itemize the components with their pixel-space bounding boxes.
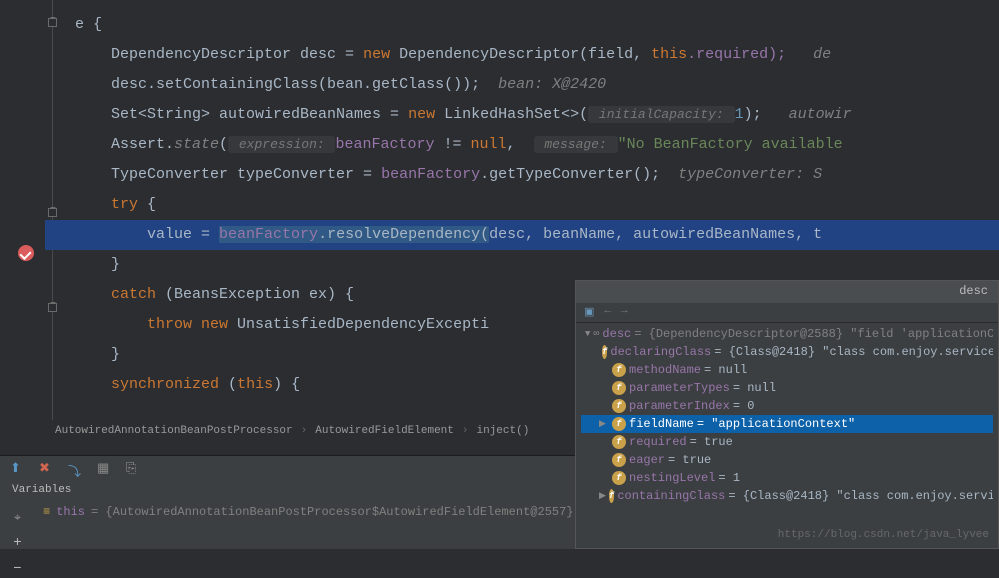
- variables-toolbar: ⌖ + −: [0, 505, 35, 549]
- tree-row[interactable]: ▶fcontainingClass = {Class@2418} "class …: [581, 487, 993, 505]
- watermark: https://blog.csdn.net/java_lyvee: [778, 529, 989, 541]
- tree-name: containingClass: [617, 489, 725, 503]
- field-icon: f: [612, 363, 626, 377]
- funnel-icon[interactable]: ⌖: [14, 511, 21, 525]
- tree-name: eager: [629, 453, 665, 467]
- tree-row[interactable]: frequired = true: [581, 433, 993, 451]
- tree-row[interactable]: fmethodName = null: [581, 361, 993, 379]
- tree-value: = 0: [733, 399, 755, 413]
- code-line: e {: [45, 10, 999, 40]
- field-icon: f: [612, 399, 626, 413]
- tree-value: = null: [704, 363, 747, 377]
- filter-icon[interactable]: ⤵: [68, 461, 82, 475]
- field-icon: f: [609, 489, 614, 503]
- tree-value: = {DependencyDescriptor@2588} "field 'ap…: [634, 327, 993, 341]
- debug-inspector-popup[interactable]: desc ▣ ← → ▼ ∞ desc = {DependencyDescrip…: [575, 280, 999, 549]
- link-icon: ∞: [593, 329, 599, 340]
- tree-row[interactable]: fnestingLevel = 1: [581, 469, 993, 487]
- chevron-right-icon[interactable]: ▶: [599, 419, 609, 429]
- breadcrumb-item[interactable]: AutowiredFieldElement: [315, 425, 454, 437]
- field-icon: f: [612, 435, 626, 449]
- upload-icon[interactable]: ⬆: [10, 461, 24, 475]
- tree-root[interactable]: ▼ ∞ desc = {DependencyDescriptor@2588} "…: [581, 325, 993, 343]
- code-line: Set<String> autowiredBeanNames = new Lin…: [45, 100, 999, 130]
- code-line-breakpoint: value = beanFactory.resolveDependency(de…: [45, 220, 999, 250]
- table-icon[interactable]: ▦: [97, 461, 111, 475]
- breadcrumb-item[interactable]: inject(): [476, 425, 529, 437]
- layers-icon[interactable]: ▣: [584, 305, 594, 320]
- tree-row[interactable]: fparameterTypes = null: [581, 379, 993, 397]
- breadcrumb[interactable]: AutowiredAnnotationBeanPostProcessor › A…: [55, 425, 529, 437]
- tree-value: = {Class@2418} "class com.enjoy.services…: [714, 345, 993, 359]
- breadcrumb-item[interactable]: AutowiredAnnotationBeanPostProcessor: [55, 425, 293, 437]
- popup-tree: ▼ ∞ desc = {DependencyDescriptor@2588} "…: [576, 323, 998, 507]
- shuffle-icon[interactable]: ✖: [39, 461, 53, 475]
- variable-value: = {AutowiredAnnotationBeanPostProcessor$…: [91, 505, 573, 519]
- tree-name: required: [629, 435, 687, 449]
- tree-name: declaringClass: [610, 345, 711, 359]
- code-line: try {: [45, 190, 999, 220]
- tree-row[interactable]: fparameterIndex = 0: [581, 397, 993, 415]
- tree-name: desc: [602, 327, 631, 341]
- arrow-right-icon[interactable]: →: [621, 305, 628, 320]
- tree-row[interactable]: feager = true: [581, 451, 993, 469]
- tree-value: = 1: [718, 471, 740, 485]
- list-icon: ≡: [43, 505, 50, 519]
- tree-name: fieldName: [629, 417, 694, 431]
- popup-title: desc: [576, 281, 998, 303]
- tree-value: = {Class@2418} "class com.enjoy.services…: [728, 489, 993, 503]
- code-line: }: [45, 250, 999, 280]
- arrow-left-icon[interactable]: ←: [604, 305, 611, 320]
- tree-row[interactable]: ▶ffieldName = "applicationContext": [581, 415, 993, 433]
- popup-toolbar: ▣ ← →: [576, 303, 998, 323]
- tree-value: = true: [690, 435, 733, 449]
- field-icon: f: [612, 453, 626, 467]
- tree-value: = true: [668, 453, 711, 467]
- tree-name: methodName: [629, 363, 701, 377]
- code-line: Assert.state( expression: beanFactory !=…: [45, 130, 999, 160]
- chevron-down-icon[interactable]: ▼: [585, 329, 590, 339]
- chevron-right-icon: ›: [301, 425, 308, 437]
- tree-name: nestingLevel: [629, 471, 715, 485]
- tree-row[interactable]: fdeclaringClass = {Class@2418} "class co…: [581, 343, 993, 361]
- tree-value: = null: [733, 381, 776, 395]
- chevron-right-icon[interactable]: ▶: [599, 491, 606, 501]
- code-line: desc.setContainingClass(bean.getClass())…: [45, 70, 999, 100]
- tree-name: parameterIndex: [629, 399, 730, 413]
- code-line: TypeConverter typeConverter = beanFactor…: [45, 160, 999, 190]
- field-icon: f: [612, 417, 626, 431]
- code-line: DependencyDescriptor desc = new Dependen…: [45, 40, 999, 70]
- variables-tab[interactable]: Variables: [0, 480, 83, 500]
- field-icon: f: [612, 381, 626, 395]
- minus-icon[interactable]: −: [13, 561, 21, 577]
- export-icon[interactable]: ⎘: [126, 461, 140, 475]
- field-icon: f: [612, 471, 626, 485]
- variable-name: this: [56, 505, 85, 519]
- chevron-right-icon: ›: [462, 425, 469, 437]
- tree-name: parameterTypes: [629, 381, 730, 395]
- tree-value: = "applicationContext": [697, 417, 855, 431]
- field-icon: f: [602, 345, 607, 359]
